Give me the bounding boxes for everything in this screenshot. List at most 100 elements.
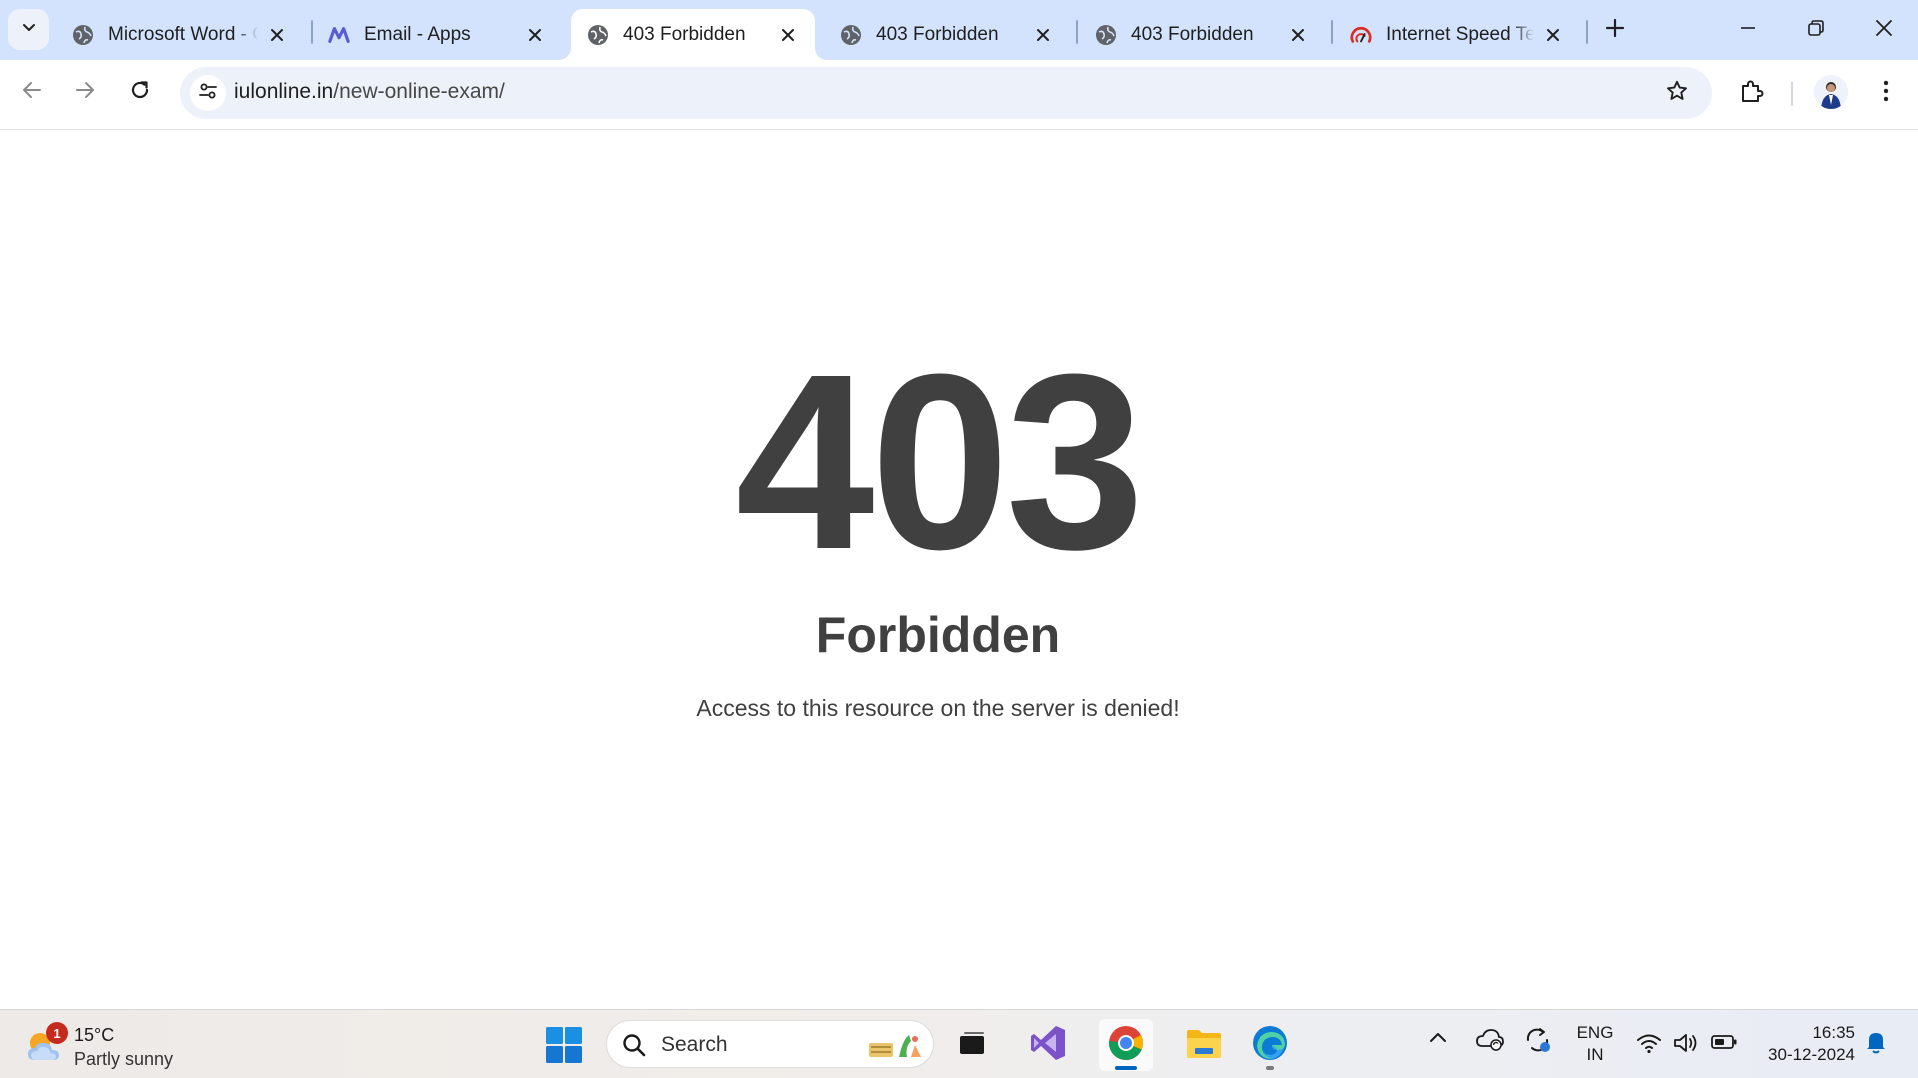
tray-onedrive[interactable] [1475,1026,1505,1057]
task-view-icon [957,1028,987,1063]
profile-avatar[interactable] [1814,75,1848,109]
forward-button[interactable] [65,72,105,112]
restore-icon [1807,19,1825,42]
browser-toolbar: iulonline.in/new-online-exam/ [0,60,1918,130]
close-icon[interactable] [775,22,801,48]
url-text[interactable]: iulonline.in/new-online-exam/ [234,80,505,104]
search-label: Search [661,1033,728,1056]
back-button[interactable] [12,72,52,112]
close-window-button[interactable] [1850,0,1918,60]
arrow-left-icon [21,79,43,106]
tab-microsoft-word[interactable]: Microsoft Word - C [56,9,304,60]
tab-separator [1331,20,1333,44]
input-language-indicator[interactable]: ENG IN [1574,1022,1616,1066]
globe-icon [1095,24,1117,46]
reload-icon [129,79,151,106]
tray-sync[interactable] [1523,1026,1553,1059]
weather-temperature: 15°C [74,1025,115,1045]
windows-logo-icon [545,1027,583,1068]
start-button[interactable] [545,1026,583,1064]
speedometer-icon [1350,24,1372,46]
chrome-icon [1107,1024,1145,1067]
close-icon[interactable] [1285,22,1311,48]
globe-icon [840,24,862,46]
region-code: IN [1586,1045,1604,1064]
site-info-button[interactable] [190,75,226,111]
url-host: iulonline.in [234,80,334,103]
chevron-down-icon [21,19,37,40]
battery-icon [1710,1033,1738,1056]
weather-condition: Partly sunny [74,1049,174,1069]
tray-volume[interactable] [1672,1031,1700,1060]
tab-title: 403 Forbidden [1131,23,1254,45]
language-code: ENG [1576,1023,1614,1042]
minimize-icon [1740,20,1756,41]
tab-title: 403 Forbidden [623,23,746,45]
menu-button[interactable] [1866,73,1906,113]
taskbar: 1 15°C Partly sunny Search ENG IN 16:35 … [0,1009,1918,1078]
tab-search-button[interactable] [8,9,49,50]
file-explorer-icon [1185,1026,1223,1065]
search-highlight-icon [863,1029,927,1061]
arrow-right-icon [74,79,96,106]
error-message: Access to this resource on the server is… [696,695,1180,721]
extensions-button[interactable] [1732,73,1772,113]
wifi-icon [1636,1032,1662,1059]
bookmark-button[interactable] [1660,76,1694,110]
tab-403-forbidden-active[interactable]: 403 Forbidden [571,9,815,60]
tab-strip: Microsoft Word - C Email - Apps 403 Forb… [0,0,1918,60]
minimize-button[interactable] [1714,0,1782,60]
toolbar-divider [1791,82,1793,106]
tray-battery[interactable] [1710,1033,1738,1056]
taskbar-chrome[interactable] [1099,1019,1153,1071]
star-icon [1665,79,1689,108]
address-bar[interactable]: iulonline.in/new-online-exam/ [180,67,1712,119]
tab-title: Microsoft Word - C [108,23,258,45]
taskbar-search[interactable]: Search [606,1020,934,1068]
url-path: /new-online-exam/ [333,80,505,103]
close-icon [1875,19,1893,42]
running-app-indicator [1266,1066,1274,1070]
tab-403-forbidden[interactable]: 403 Forbidden [824,9,1070,60]
tab-title: 403 Forbidden [876,23,999,45]
more-vert-icon [1882,79,1890,108]
taskbar-task-view[interactable] [945,1019,999,1071]
taskbar-edge[interactable] [1243,1019,1297,1071]
visual-studio-icon [1029,1024,1067,1067]
restore-button[interactable] [1782,0,1850,60]
close-icon[interactable] [522,22,548,48]
clock-time: 16:35 [1812,1023,1855,1042]
cloud-sync-icon [1475,1026,1505,1057]
chevron-up-icon [1428,1030,1448,1049]
taskbar-visual-studio[interactable] [1021,1019,1075,1071]
notification-badge: 1 [46,1022,68,1044]
close-icon[interactable] [1540,22,1566,48]
globe-icon [587,24,609,46]
plus-icon [1605,18,1625,43]
tab-email-apps[interactable]: Email - Apps [312,9,562,60]
close-icon[interactable] [264,22,290,48]
tray-network[interactable] [1636,1032,1662,1059]
weather-widget[interactable]: 1 15°C Partly sunny [24,1020,204,1070]
notification-center-button[interactable] [1864,1029,1888,1060]
mail-apps-icon [328,24,350,46]
close-icon[interactable] [1030,22,1056,48]
globe-icon [72,24,94,46]
error-title: Forbidden [815,607,1061,663]
tab-separator [1586,20,1588,44]
bell-icon [1864,1029,1888,1060]
puzzle-icon [1739,78,1765,109]
clock-date: 30-12-2024 [1768,1045,1855,1064]
tune-icon [197,80,219,107]
new-tab-button[interactable] [1598,13,1632,47]
screen: Microsoft Word - C Email - Apps 403 Forb… [0,0,1918,1078]
sync-icon [1523,1026,1553,1059]
tab-internet-speed-test[interactable]: Internet Speed Tes [1334,9,1580,60]
reload-button[interactable] [120,72,160,112]
tab-separator [1076,20,1078,44]
taskbar-file-explorer[interactable] [1177,1019,1231,1071]
tab-403-forbidden[interactable]: 403 Forbidden [1079,9,1325,60]
clock[interactable]: 16:35 30-12-2024 [1755,1022,1855,1066]
show-hidden-icons-button[interactable] [1428,1030,1448,1049]
tab-title: Internet Speed Tes [1386,23,1534,45]
